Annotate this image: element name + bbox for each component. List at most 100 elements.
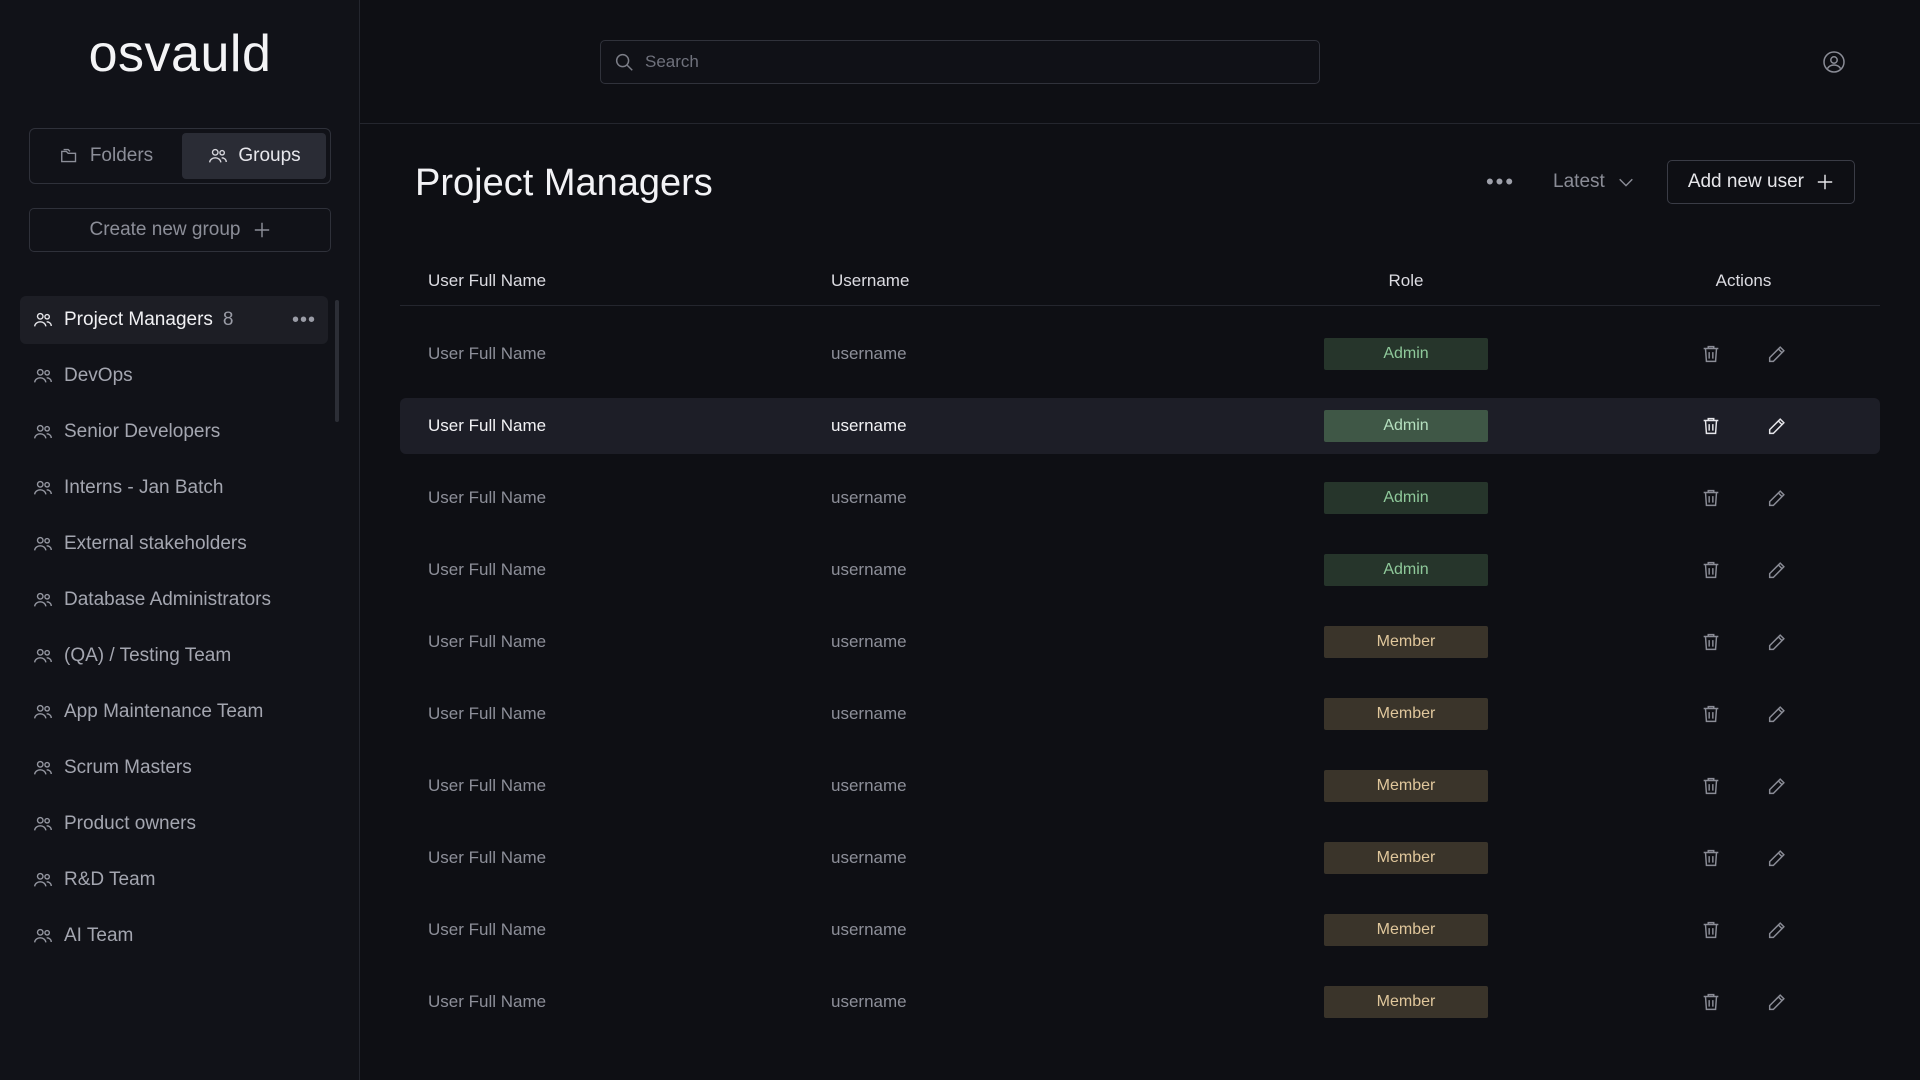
cell-actions: [1607, 487, 1880, 509]
cell-actions: [1607, 775, 1880, 797]
user-profile-icon[interactable]: [1822, 50, 1846, 74]
table-row[interactable]: User Full Name username Member: [400, 902, 1880, 958]
delete-icon[interactable]: [1700, 343, 1722, 365]
table-row[interactable]: User Full Name username Admin: [400, 326, 1880, 382]
view-switcher: Folders Groups: [29, 128, 331, 184]
cell-username: username: [831, 344, 907, 363]
edit-icon[interactable]: [1766, 487, 1788, 509]
role-badge: Admin: [1324, 554, 1488, 586]
delete-icon[interactable]: [1700, 631, 1722, 653]
create-group-label: Create new group: [89, 219, 241, 240]
edit-icon[interactable]: [1766, 631, 1788, 653]
search-input[interactable]: [645, 52, 1307, 72]
sidebar-group-item[interactable]: R&D Team: [20, 856, 328, 904]
delete-icon[interactable]: [1700, 487, 1722, 509]
column-header-actions: Actions: [1715, 270, 1772, 290]
group-name: DevOps: [64, 365, 133, 386]
cell-role: Member: [1205, 698, 1607, 730]
users-icon: [34, 928, 52, 943]
column-header-username: Username: [831, 270, 910, 290]
delete-icon[interactable]: [1700, 415, 1722, 437]
table-header: User Full Name Username Role Actions: [400, 256, 1880, 306]
delete-icon[interactable]: [1700, 847, 1722, 869]
column-header-full-name: User Full Name: [428, 270, 547, 290]
cell-actions: [1607, 415, 1880, 437]
delete-icon[interactable]: [1700, 919, 1722, 941]
more-options-icon[interactable]: •••: [1486, 169, 1515, 195]
table-row[interactable]: User Full Name username Member: [400, 758, 1880, 814]
cell-username: username: [831, 776, 907, 795]
cell-full-name: User Full Name: [428, 848, 547, 867]
edit-icon[interactable]: [1766, 991, 1788, 1013]
cell-role: Member: [1205, 914, 1607, 946]
cell-full-name: User Full Name: [428, 344, 547, 363]
cell-role: Admin: [1205, 482, 1607, 514]
cell-actions: [1607, 631, 1880, 653]
cell-full-name: User Full Name: [428, 776, 547, 795]
group-name: Project Managers: [64, 309, 213, 330]
cell-full-name: User Full Name: [428, 920, 547, 939]
plus-icon: [1817, 174, 1833, 190]
group-name: R&D Team: [64, 869, 156, 890]
group-more-options-icon[interactable]: •••: [292, 309, 316, 332]
search-bar: [600, 40, 1320, 84]
role-badge: Member: [1324, 842, 1488, 874]
sort-dropdown[interactable]: Latest: [1553, 171, 1635, 193]
folder-icon: [60, 148, 76, 163]
group-name: AI Team: [64, 925, 134, 946]
sidebar-group-item[interactable]: Project Managers 8 •••: [20, 296, 328, 344]
edit-icon[interactable]: [1766, 847, 1788, 869]
users-icon: [34, 424, 52, 439]
cell-role: Member: [1205, 770, 1607, 802]
table-row[interactable]: User Full Name username Admin: [400, 470, 1880, 526]
sidebar-group-item[interactable]: (QA) / Testing Team: [20, 632, 328, 680]
edit-icon[interactable]: [1766, 919, 1788, 941]
edit-icon[interactable]: [1766, 703, 1788, 725]
edit-icon[interactable]: [1766, 559, 1788, 581]
edit-icon[interactable]: [1766, 415, 1788, 437]
role-badge: Admin: [1324, 482, 1488, 514]
table-row[interactable]: User Full Name username Member: [400, 686, 1880, 742]
table-row[interactable]: User Full Name username Member: [400, 614, 1880, 670]
cell-full-name: User Full Name: [428, 992, 547, 1011]
tab-groups[interactable]: Groups: [182, 133, 326, 179]
role-badge: Member: [1324, 914, 1488, 946]
cell-role: Admin: [1205, 410, 1607, 442]
cell-actions: [1607, 991, 1880, 1013]
users-icon: [34, 368, 52, 383]
table-row[interactable]: User Full Name username Admin: [400, 398, 1880, 454]
delete-icon[interactable]: [1700, 559, 1722, 581]
group-name: Database Administrators: [64, 589, 271, 610]
main-panel: Project Managers ••• Latest Add new user…: [360, 0, 1920, 1080]
cell-role: Member: [1205, 986, 1607, 1018]
sidebar: osvauld Folders Groups Create new group …: [0, 0, 360, 1080]
table-row[interactable]: User Full Name username Member: [400, 974, 1880, 1030]
cell-username: username: [831, 632, 907, 651]
sidebar-group-item[interactable]: Scrum Masters: [20, 744, 328, 792]
create-group-button[interactable]: Create new group: [29, 208, 331, 252]
sidebar-group-item[interactable]: Product owners: [20, 800, 328, 848]
add-user-label: Add new user: [1687, 171, 1804, 192]
cell-actions: [1607, 919, 1880, 941]
add-new-user-button[interactable]: Add new user: [1666, 160, 1855, 204]
edit-icon[interactable]: [1766, 775, 1788, 797]
delete-icon[interactable]: [1700, 775, 1722, 797]
table-row[interactable]: User Full Name username Admin: [400, 542, 1880, 598]
sidebar-group-item[interactable]: App Maintenance Team: [20, 688, 328, 736]
sidebar-group-item[interactable]: DevOps: [20, 352, 328, 400]
sidebar-group-item[interactable]: Interns - Jan Batch: [20, 464, 328, 512]
delete-icon[interactable]: [1700, 991, 1722, 1013]
tab-folders[interactable]: Folders: [34, 133, 178, 179]
delete-icon[interactable]: [1700, 703, 1722, 725]
sidebar-group-item[interactable]: AI Team: [20, 912, 328, 960]
edit-icon[interactable]: [1766, 343, 1788, 365]
sidebar-scrollbar[interactable]: [335, 300, 339, 422]
group-list: Project Managers 8 ••• DevOps Senior Develop…: [20, 296, 328, 968]
sidebar-group-item[interactable]: Senior Developers: [20, 408, 328, 456]
group-name: App Maintenance Team: [64, 701, 264, 722]
sidebar-group-item[interactable]: External stakeholders: [20, 520, 328, 568]
table-row[interactable]: User Full Name username Member: [400, 830, 1880, 886]
group-name: Scrum Masters: [64, 757, 192, 778]
header-actions: ••• Latest Add new user: [1486, 160, 1855, 204]
sidebar-group-item[interactable]: Database Administrators: [20, 576, 328, 624]
